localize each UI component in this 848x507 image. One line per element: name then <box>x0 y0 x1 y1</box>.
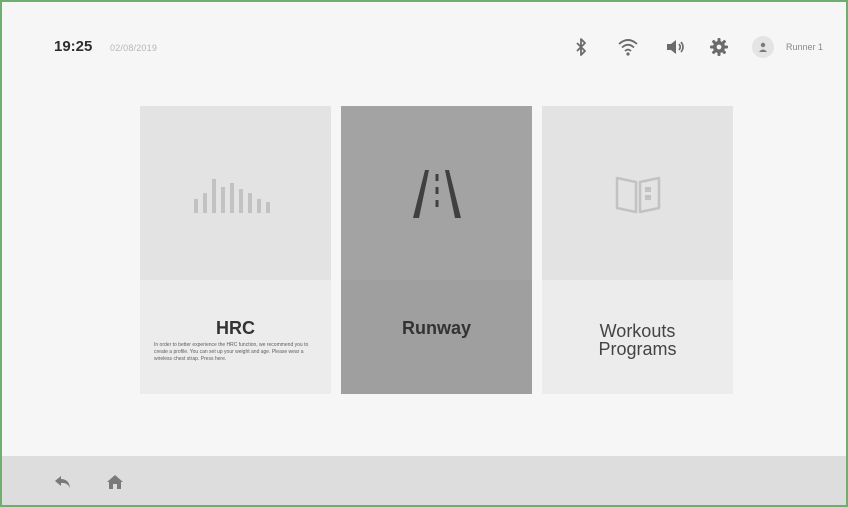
volume-icon[interactable] <box>664 36 686 58</box>
bar-chart-icon <box>140 166 331 222</box>
hrc-card[interactable]: HRC In order to better experience the HR… <box>140 106 331 394</box>
status-bar: 19:25 02/08/2019 Runner 1 <box>2 2 846 74</box>
wifi-icon[interactable] <box>617 36 639 58</box>
workouts-title-line1: Workouts <box>599 321 676 341</box>
workouts-title-line2: Programs <box>598 339 677 359</box>
user-profile[interactable]: Runner 1 <box>752 36 823 58</box>
back-icon[interactable] <box>54 474 72 490</box>
hrc-title: HRC <box>216 318 255 338</box>
road-icon <box>341 166 532 222</box>
home-icon[interactable] <box>106 474 124 490</box>
bluetooth-icon[interactable] <box>570 36 592 58</box>
workouts-card[interactable]: Workouts Programs <box>542 106 733 394</box>
book-icon <box>542 166 733 222</box>
clock: 19:25 <box>54 38 93 55</box>
user-name[interactable]: Runner 1 <box>786 42 823 52</box>
bottom-nav-bar <box>2 456 846 505</box>
runway-title: Runway <box>401 318 471 338</box>
app-frame: 19:25 02/08/2019 Runner 1 HRC In order t… <box>0 0 848 507</box>
date: 02/08/2019 <box>110 43 158 53</box>
hrc-description: In order to better experience the HRC fu… <box>154 342 309 362</box>
runway-card[interactable]: Runway <box>341 106 532 394</box>
avatar-icon[interactable] <box>752 36 774 58</box>
settings-icon[interactable] <box>708 36 730 58</box>
